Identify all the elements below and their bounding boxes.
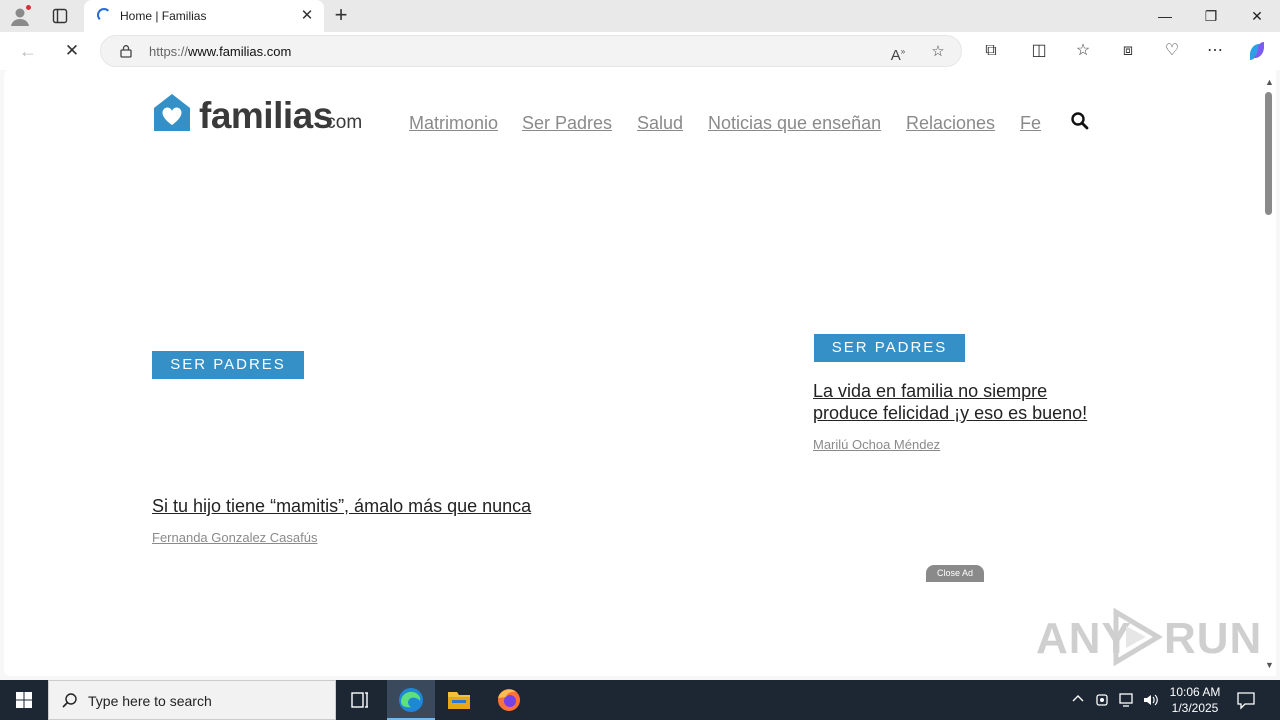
edge-taskbar-icon[interactable] (387, 680, 435, 720)
favorites-icon[interactable]: ☆ (1072, 40, 1094, 62)
windows-start-icon[interactable] (0, 680, 48, 720)
category-badge-ser-padres-2[interactable]: SER PADRES (814, 334, 965, 362)
network-icon[interactable] (1118, 691, 1136, 720)
meet-now-icon[interactable] (1094, 691, 1112, 720)
nav-link-fe[interactable]: Fe (1020, 113, 1041, 134)
search-icon (62, 693, 77, 708)
article-headline[interactable]: Si tu hijo tiene “mamitis”, ámalo más qu… (152, 495, 531, 517)
taskbar-clock[interactable]: 10:06 AM 1/3/2025 (1162, 684, 1228, 716)
firefox-icon[interactable] (485, 680, 533, 720)
article-author-2[interactable]: Marilú Ochoa Méndez (813, 437, 940, 452)
scroll-down-icon[interactable]: ▼ (1265, 660, 1274, 670)
close-ad-button[interactable]: Close Ad (926, 565, 984, 582)
loading-spinner-icon (97, 8, 111, 22)
nav-link-noticias[interactable]: Noticias que enseñan (708, 113, 881, 134)
lock-icon[interactable] (119, 44, 133, 58)
article-author[interactable]: Fernanda Gonzalez Casafús (152, 530, 317, 545)
nav-link-salud[interactable]: Salud (637, 113, 683, 134)
new-tab-icon[interactable]: + (330, 4, 352, 26)
tab-actions-icon[interactable] (52, 8, 68, 24)
collections-icon[interactable]: ⧈ (1117, 40, 1139, 62)
minimize-icon[interactable]: — (1142, 0, 1188, 32)
page-scrollbar[interactable]: ▲ ▼ (1262, 70, 1276, 676)
restore-icon[interactable]: ❐ (1188, 0, 1234, 32)
more-options-icon[interactable]: ⋯ (1204, 40, 1226, 62)
nav-link-ser-padres[interactable]: Ser Padres (522, 113, 612, 134)
extensions-icon[interactable]: ⧉ (980, 40, 1002, 62)
nav-link-matrimonio[interactable]: Matrimonio (409, 113, 498, 134)
profile-icon[interactable] (9, 4, 32, 27)
browser-tab-active[interactable]: Home | Familias ✕ (84, 0, 324, 32)
close-tab-icon[interactable]: ✕ (298, 7, 316, 25)
notification-center-icon[interactable] (1236, 690, 1256, 710)
performance-icon[interactable]: ♡ (1161, 40, 1183, 62)
category-badge-ser-padres[interactable]: SER PADRES (152, 351, 304, 379)
copilot-icon[interactable] (1246, 40, 1268, 62)
split-screen-icon[interactable]: ◫ (1028, 40, 1050, 62)
taskbar-search-box[interactable]: Type here to search (48, 680, 336, 720)
scroll-thumb[interactable] (1265, 92, 1272, 215)
windows-taskbar: Type here to search 10:06 AM 1/3/2025 (0, 680, 1280, 720)
show-hidden-icons[interactable] (1070, 691, 1086, 720)
volume-icon[interactable] (1142, 691, 1160, 720)
browser-toolbar: ← ✕ https://www.familias.com A» ☆ ⧉ ◫ ☆ … (0, 32, 1280, 70)
nav-link-relaciones[interactable]: Relaciones (906, 113, 995, 134)
task-view-icon[interactable] (336, 680, 384, 720)
anyrun-watermark: ANY RUN (1036, 606, 1261, 668)
logo-domain: .com (321, 112, 363, 133)
house-heart-icon (154, 94, 190, 131)
play-logo-icon (1113, 608, 1163, 666)
site-search-icon[interactable] (1070, 111, 1090, 131)
file-explorer-icon[interactable] (435, 680, 483, 720)
read-aloud-icon[interactable]: A» (889, 43, 907, 64)
page-viewport: familias .com Matrimonio Ser Padres Salu… (4, 70, 1262, 676)
tab-strip: Home | Familias ✕ + — ❐ ✕ (0, 0, 1280, 32)
scroll-up-icon[interactable]: ▲ (1265, 77, 1274, 87)
logo-word: familias (199, 95, 333, 136)
familias-logo[interactable]: familias .com (152, 92, 367, 136)
stop-loading-icon[interactable]: ✕ (61, 40, 83, 62)
article-headline-2[interactable]: La vida en familia no siempre produce fe… (813, 380, 1087, 424)
favorite-star-icon[interactable]: ☆ (929, 43, 947, 61)
url-text: https://www.familias.com (149, 44, 292, 59)
taskbar-search-placeholder: Type here to search (88, 693, 212, 709)
back-icon[interactable]: ← (17, 40, 39, 62)
tab-title: Home | Familias (120, 9, 207, 23)
address-bar[interactable]: https://www.familias.com A» ☆ (100, 35, 962, 67)
close-window-icon[interactable]: ✕ (1234, 0, 1280, 32)
